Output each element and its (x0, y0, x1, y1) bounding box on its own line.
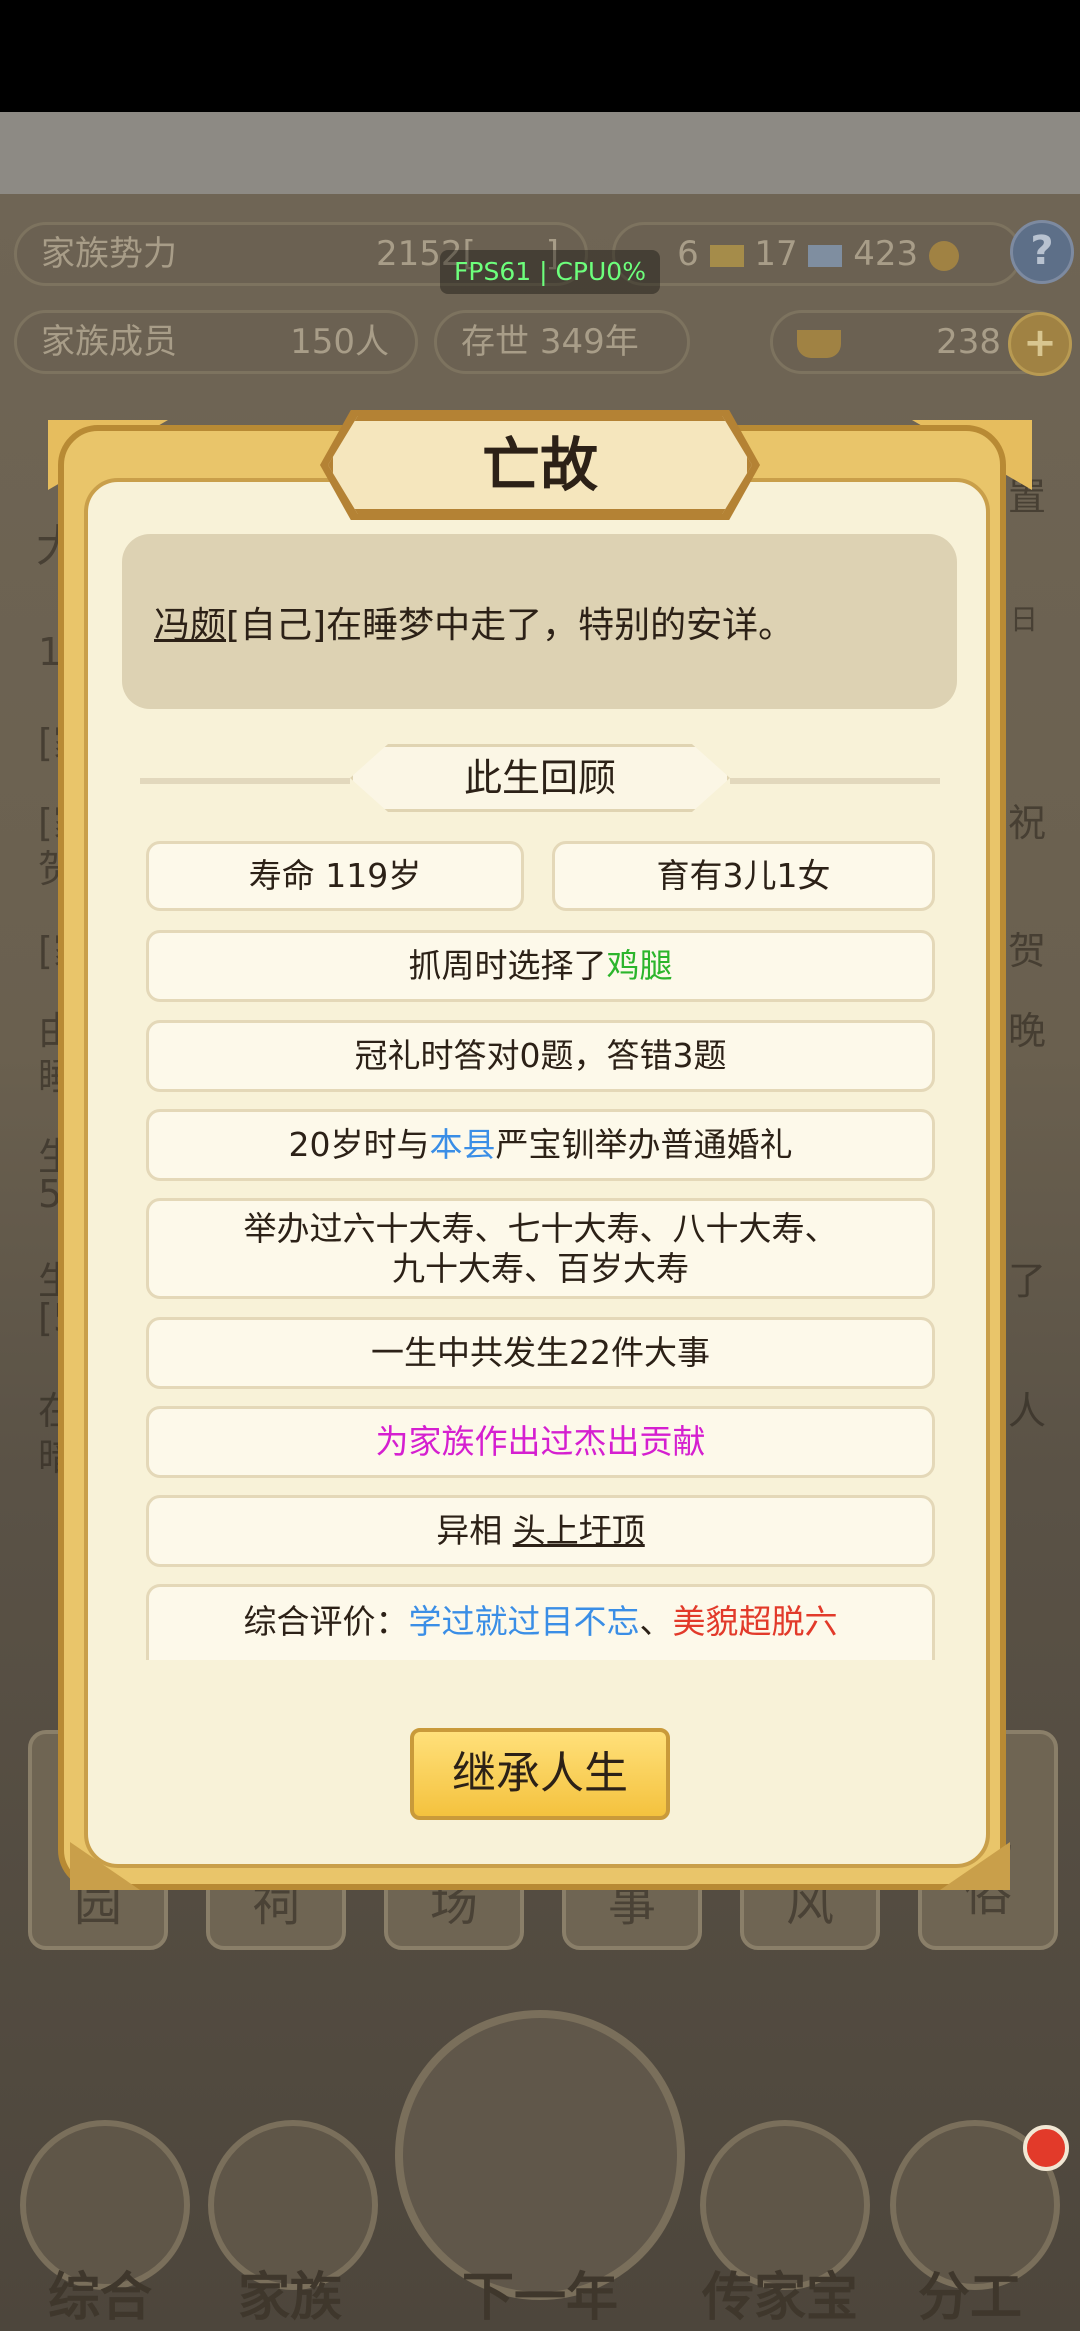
section-title: 此生回顾 (463, 756, 616, 800)
family-power-label: 家族势力 (41, 234, 177, 274)
contribution-row: 为家族作出过杰出贡献 (146, 1406, 935, 1478)
inherit-life-button[interactable]: 继承人生 (410, 1728, 670, 1820)
currency-c-value: 423 (853, 234, 919, 274)
trait-row: 异相 头上圩顶 (146, 1495, 935, 1567)
members-value: 150人 (290, 322, 389, 362)
gold-value: 238 (936, 322, 1001, 362)
members-pill[interactable]: 家族成员 150人 (14, 310, 418, 374)
nav-heirloom-label: 传家宝 (701, 2268, 858, 2328)
section-divider-right (730, 778, 940, 784)
evaluation-row: 综合评价：学过就过目不忘、美貌超脱六 (146, 1584, 935, 1660)
grab-ceremony-row: 抓周时选择了鸡腿 (146, 930, 935, 1002)
section-divider-left (140, 778, 350, 784)
add-gold-icon[interactable]: + (1008, 312, 1072, 376)
children-cell: 育有3儿1女 (552, 841, 935, 911)
capping-row: 冠礼时答对0题，答错3题 (146, 1020, 935, 1092)
marriage-place: 本县 (429, 1125, 496, 1164)
fps-overlay: FPS61 | CPU0% (440, 250, 660, 294)
currency-pill[interactable]: 6 17 423 (612, 222, 1022, 286)
bg-fragment: 日 (1010, 603, 1039, 636)
silver-bar-icon (808, 244, 843, 267)
dialog-title: 亡故 (481, 431, 598, 499)
bg-fragment: 了 (1008, 1259, 1047, 1303)
events-row: 一生中共发生22件大事 (146, 1317, 935, 1389)
survival-label: 存世 (461, 322, 529, 362)
nav-overview-label: 综合 (47, 2268, 152, 2328)
death-message-text: [自己]在睡梦中走了，特别的安详。 (226, 605, 795, 646)
members-label: 家族成员 (41, 322, 177, 362)
currency-b-value: 17 (754, 234, 798, 274)
top-band (0, 112, 1080, 194)
bg-fragment: 人 (1008, 1389, 1047, 1433)
survival-value: 349年 (539, 322, 639, 362)
coin-icon (929, 240, 959, 271)
nav-next-year-label: 下一年 (461, 2268, 618, 2328)
currency-a-value: 6 (677, 234, 699, 274)
marriage-row: 20岁时与本县严宝钏举办普通婚礼 (146, 1109, 935, 1181)
help-icon[interactable]: ? (1010, 220, 1074, 284)
bg-fragment: 祝 (1008, 801, 1047, 845)
death-message: 冯颇[自己]在睡梦中走了，特别的安详。 (154, 596, 794, 648)
lifespan-text: 寿命 119岁 (248, 856, 422, 895)
trait-link[interactable]: 头上圩顶 (513, 1511, 645, 1550)
gold-ingot-icon (797, 329, 841, 358)
gold-bar-icon (709, 244, 744, 267)
survival-pill: 存世 349年 (434, 310, 690, 374)
lifespan-cell: 寿命 119岁 (146, 841, 524, 911)
notification-badge (1023, 2125, 1069, 2171)
grab-item: 鸡腿 (606, 946, 673, 985)
nav-assignment-label: 分工 (917, 2268, 1022, 2328)
deceased-name-link[interactable]: 冯颇 (154, 605, 226, 646)
bg-fragment: 贺 (1008, 929, 1047, 973)
status-bar (0, 0, 1080, 112)
nav-family-label: 家族 (237, 2268, 342, 2328)
bg-fragment: 晚 (1008, 1009, 1047, 1053)
children-text: 育有3儿1女 (656, 856, 831, 895)
birthdays-row: 举办过六十大寿、七十大寿、八十大寿、 九十大寿、百岁大寿 (146, 1198, 935, 1299)
